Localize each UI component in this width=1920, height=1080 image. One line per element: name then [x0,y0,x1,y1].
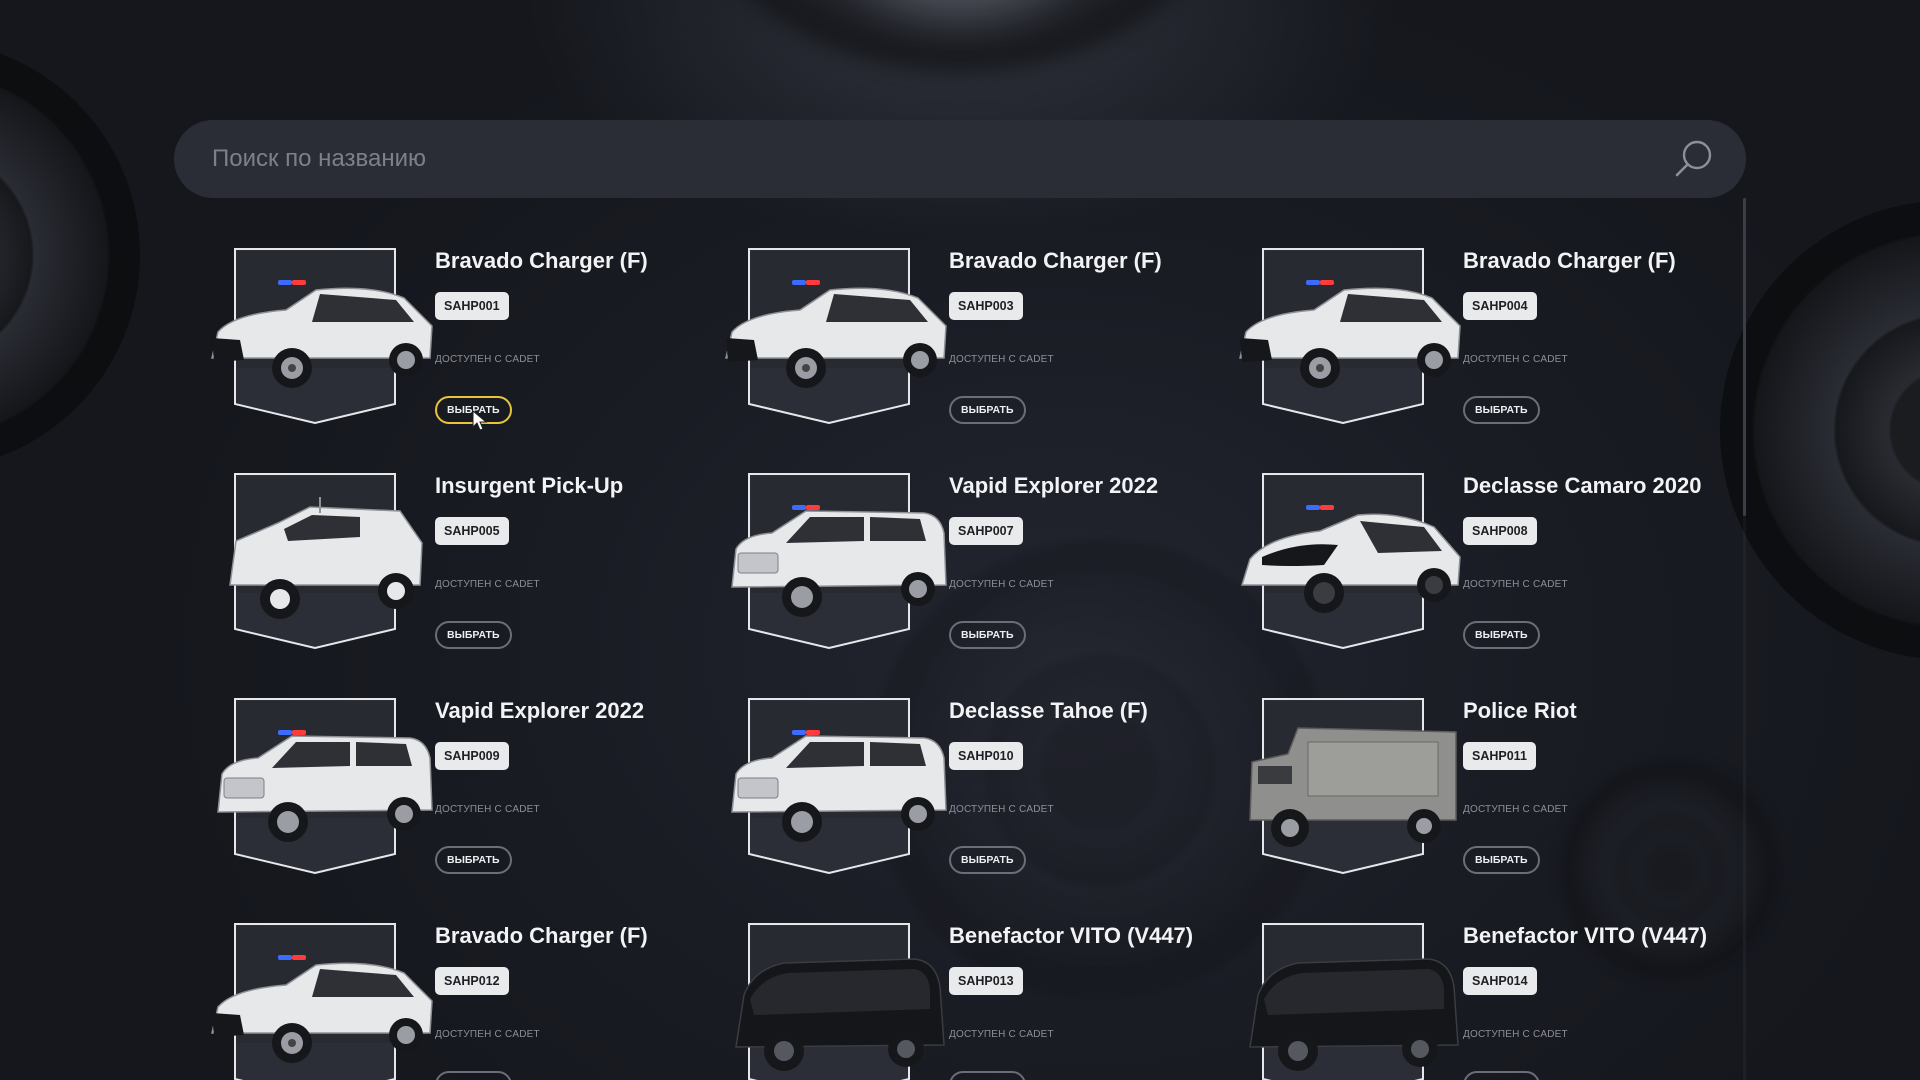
background-wheel-icon [1720,200,1920,660]
vehicle-code-badge: SAHP003 [949,292,1023,320]
access-rank-label: ДОСТУПЕН С CADET [949,1029,1054,1040]
police-sportscar-icon [1240,505,1461,613]
search-icon[interactable] [1672,137,1716,181]
vehicle-grid: Bravado Charger (F) SAHP001 ДОСТУПЕН С C… [200,236,1720,1080]
police-sedan-icon [211,280,433,388]
search-input[interactable] [212,145,1672,173]
armored-pickup-icon [229,497,423,619]
select-vehicle-button[interactable]: ВЫБРАТЬ [1463,846,1540,874]
police-suv-icon [731,730,947,842]
select-vehicle-button[interactable]: ВЫБРАТЬ [1463,1071,1540,1080]
black-van-icon [735,958,945,1071]
vehicle-code-badge: SAHP009 [435,742,509,770]
vehicle-selection-screen: Bravado Charger (F) SAHP001 ДОСТУПЕН С C… [0,0,1920,1080]
vehicle-code-badge: SAHP014 [1463,967,1537,995]
vehicle-name: Benefactor VITO (V447) [949,923,1194,948]
vehicle-card[interactable]: Benefactor VITO (V447) SAHP013 ДОСТУПЕН … [714,911,1214,1080]
armored-truck-icon [1249,727,1457,847]
vehicle-card[interactable]: Bravado Charger (F) SAHP003 ДОСТУПЕН С C… [714,236,1214,426]
select-vehicle-button[interactable]: ВЫБРАТЬ [1463,621,1540,649]
vehicle-name: Vapid Explorer 2022 [435,698,645,723]
vehicle-code-badge: SAHP012 [435,967,509,995]
vehicle-name: Benefactor VITO (V447) [1463,923,1708,948]
access-rank-label: ДОСТУПЕН С CADET [435,354,540,365]
vehicle-card[interactable]: Declasse Camaro 2020 SAHP008 ДОСТУПЕН С … [1228,461,1728,651]
access-rank-label: ДОСТУПЕН С CADET [435,579,540,590]
vehicle-name: Police Riot [1463,698,1577,723]
vehicle-name: Bravado Charger (F) [435,248,648,273]
access-rank-label: ДОСТУПЕН С CADET [1463,579,1568,590]
vehicle-card[interactable]: Insurgent Pick-Up SAHP005 ДОСТУПЕН С CAD… [200,461,700,651]
vehicle-code-badge: SAHP011 [1463,742,1536,770]
vehicle-card[interactable]: Bravado Charger (F) SAHP004 ДОСТУПЕН С C… [1228,236,1728,426]
vehicle-card[interactable]: Vapid Explorer 2022 SAHP009 ДОСТУПЕН С C… [200,686,700,876]
police-suv-icon [731,505,947,617]
access-rank-label: ДОСТУПЕН С CADET [949,354,1054,365]
search-bar [174,120,1746,198]
vehicle-code-badge: SAHP007 [949,517,1023,545]
background-tire-icon [690,0,1230,70]
select-vehicle-button[interactable]: ВЫБРАТЬ [1463,396,1540,424]
vehicle-code-badge: SAHP010 [949,742,1023,770]
vehicle-code-badge: SAHP005 [435,517,509,545]
black-van-icon [1249,958,1459,1071]
vehicle-code-badge: SAHP013 [949,967,1023,995]
vehicle-code-badge: SAHP004 [1463,292,1537,320]
access-rank-label: ДОСТУПЕН С CADET [1463,354,1568,365]
vehicle-name: Vapid Explorer 2022 [949,473,1159,498]
police-sedan-icon [211,955,433,1063]
vehicle-name: Declasse Camaro 2020 [1463,473,1702,498]
vehicle-card[interactable]: Benefactor VITO (V447) SAHP014 ДОСТУПЕН … [1228,911,1728,1080]
select-vehicle-button[interactable]: ВЫБРАТЬ [949,396,1026,424]
vehicle-card[interactable]: Police Riot SAHP011 ДОСТУПЕН С CADET ВЫБ… [1228,686,1728,876]
vehicle-card[interactable]: Bravado Charger (F) SAHP001 ДОСТУПЕН С C… [200,236,700,426]
police-sedan-icon [1239,280,1461,388]
access-rank-label: ДОСТУПЕН С CADET [435,1029,540,1040]
access-rank-label: ДОСТУПЕН С CADET [435,804,540,815]
vehicle-card[interactable]: Bravado Charger (F) SAHP012 ДОСТУПЕН С C… [200,911,700,1080]
vehicle-code-badge: SAHP001 [435,292,509,320]
vehicle-name: Insurgent Pick-Up [435,473,624,498]
select-vehicle-button[interactable]: ВЫБРАТЬ [949,1071,1026,1080]
select-vehicle-button[interactable]: ВЫБРАТЬ [435,621,512,649]
select-vehicle-button[interactable]: ВЫБРАТЬ [435,846,512,874]
select-vehicle-button[interactable]: ВЫБРАТЬ [949,621,1026,649]
vehicle-card[interactable]: Declasse Tahoe (F) SAHP010 ДОСТУПЕН С CA… [714,686,1214,876]
police-suv-icon [217,730,433,842]
mouse-cursor-icon [472,410,488,431]
vehicle-name: Bravado Charger (F) [1463,248,1676,273]
vehicle-card[interactable]: Vapid Explorer 2022 SAHP007 ДОСТУПЕН С C… [714,461,1214,651]
vehicle-name: Declasse Tahoe (F) [949,698,1148,723]
access-rank-label: ДОСТУПЕН С CADET [1463,1029,1568,1040]
background-wheel-icon [0,40,140,470]
police-sedan-icon [725,280,947,388]
access-rank-label: ДОСТУПЕН С CADET [1463,804,1568,815]
access-rank-label: ДОСТУПЕН С CADET [949,579,1054,590]
vehicle-code-badge: SAHP008 [1463,517,1537,545]
select-vehicle-button[interactable]: ВЫБРАТЬ [949,846,1026,874]
vehicle-name: Bravado Charger (F) [435,923,648,948]
select-vehicle-button[interactable]: ВЫБРАТЬ [435,1071,512,1080]
access-rank-label: ДОСТУПЕН С CADET [949,804,1054,815]
vehicle-name: Bravado Charger (F) [949,248,1162,273]
scrollbar-thumb[interactable] [1743,198,1746,516]
